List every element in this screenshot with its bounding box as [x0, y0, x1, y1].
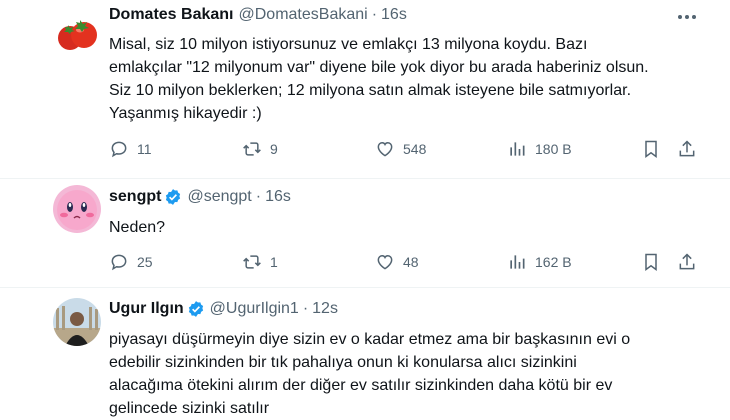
retweet-icon — [243, 255, 261, 269]
tweet-text-line: Siz 10 milyon beklerken; 12 milyona satı… — [109, 82, 632, 99]
tweet-text-line: piyasayı düşürmeyin diye sizin ev o kada… — [109, 331, 631, 348]
more-options-icon[interactable] — [676, 7, 698, 27]
separator-dot: · — [371, 6, 378, 23]
avatar[interactable] — [53, 185, 101, 233]
like-button[interactable]: 48 — [375, 252, 419, 272]
view-count: 180 B — [535, 141, 572, 157]
heart-icon — [377, 254, 393, 270]
separator-dot: · — [255, 188, 262, 205]
views-button[interactable]: 162 B — [507, 252, 572, 272]
analytics-icon — [510, 142, 525, 156]
retweet-button[interactable]: 1 — [242, 252, 278, 272]
tweet-3[interactable]: Ugur Ilgın @UgurIlgin1 · 12s piyasayı dü… — [0, 288, 730, 420]
reply-count: 11 — [137, 141, 152, 157]
timestamp[interactable]: 16s — [265, 188, 291, 206]
bookmark-icon[interactable] — [641, 139, 661, 159]
share-icon[interactable] — [677, 139, 697, 159]
person-photo-icon — [53, 298, 101, 346]
bookmark-icon[interactable] — [641, 252, 661, 272]
heart-icon — [377, 141, 393, 157]
timestamp[interactable]: 12s — [312, 300, 338, 318]
retweet-count: 1 — [270, 254, 278, 270]
reply-icon — [111, 141, 127, 158]
author-handle[interactable]: @sengpt — [187, 188, 251, 206]
tomato-icon — [53, 8, 101, 56]
retweet-icon — [243, 142, 261, 156]
tweet-text: piyasayı düşürmeyin diye sizin ev o kada… — [109, 328, 709, 420]
verified-badge-icon[interactable] — [187, 300, 205, 318]
analytics-icon — [510, 255, 525, 269]
tweet-2[interactable]: sengpt @sengpt · 16s Neden? 25 1 48 162 … — [0, 179, 730, 287]
author-name[interactable]: Ugur Ilgın — [109, 300, 184, 318]
retweet-button[interactable]: 9 — [242, 139, 278, 159]
tweet-text-line: Neden? — [109, 219, 166, 236]
avatar[interactable] — [53, 298, 101, 346]
tweet-text-line: edebilir sizinkinden bir tık pahalıya on… — [109, 354, 577, 371]
verified-badge-icon[interactable] — [164, 188, 182, 206]
tweet-text: Neden? — [109, 216, 709, 239]
avatar[interactable] — [53, 8, 101, 56]
retweet-count: 9 — [270, 141, 278, 157]
action-bar: 25 1 48 162 B — [109, 252, 709, 274]
tweet-text-line: gelincede sizinki satılır — [109, 400, 270, 417]
action-bar: 11 9 548 180 B — [109, 139, 709, 161]
reply-count: 25 — [137, 254, 153, 270]
separator-dot: · — [302, 300, 309, 317]
author-handle[interactable]: @UgurIlgin1 — [210, 300, 299, 318]
share-icon[interactable] — [677, 252, 697, 272]
reply-button[interactable]: 25 — [109, 252, 153, 272]
timestamp[interactable]: 16s — [381, 6, 407, 24]
views-button[interactable]: 180 B — [507, 139, 572, 159]
reply-button[interactable]: 11 — [109, 139, 152, 159]
author-handle[interactable]: @DomatesBakani — [239, 6, 368, 24]
tweet-1[interactable]: Domates Bakanı @DomatesBakani · 16s Misa… — [0, 0, 730, 180]
pink-character-icon — [53, 185, 101, 233]
tweet-text: Misal, siz 10 milyon istiyorsunuz ve eml… — [109, 33, 709, 125]
tweet-text-line: Misal, siz 10 milyon istiyorsunuz ve eml… — [109, 36, 588, 53]
tweet-text-line: Yaşanmış hikayedir :) — [109, 105, 262, 122]
author-name[interactable]: Domates Bakanı — [109, 6, 234, 24]
author-name[interactable]: sengpt — [109, 188, 161, 206]
tweet-text-line: alacağıma ötekini alırım der diğer ev sa… — [109, 377, 613, 394]
like-count: 48 — [403, 254, 419, 270]
tweet-text-line: emlakçılar "12 milyonum var" diyene bile… — [109, 59, 649, 76]
reply-icon — [111, 254, 127, 271]
like-button[interactable]: 548 — [375, 139, 426, 159]
view-count: 162 B — [535, 254, 572, 270]
like-count: 548 — [403, 141, 427, 157]
